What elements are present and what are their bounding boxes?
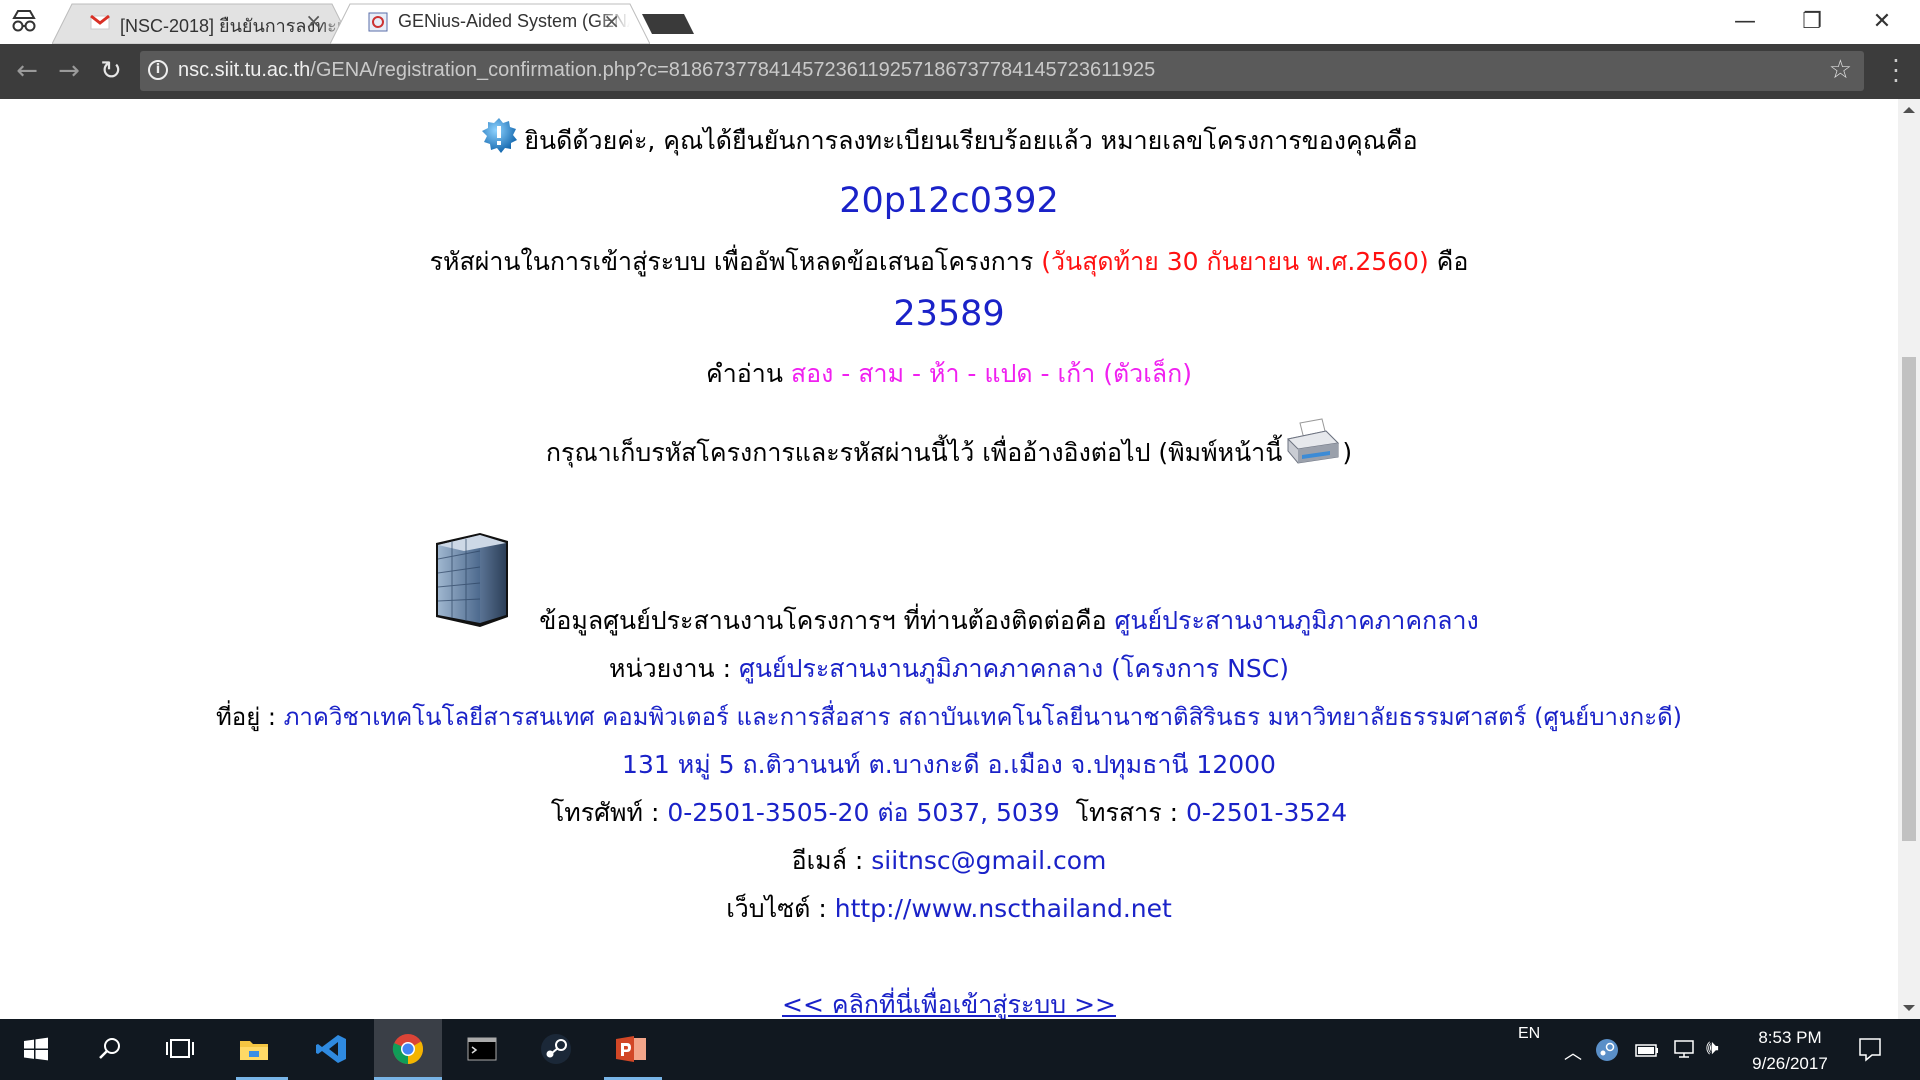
info-badge-icon [482,118,518,153]
deadline-text: (วันสุดท้าย 30 กันยายน พ.ศ.2560) [1041,247,1429,276]
address-label: ที่อยู่ : [215,703,276,731]
fax-label: โทรสาร : [1075,798,1178,827]
keep-note-close: ) [1342,438,1353,467]
site-info-icon[interactable]: i [148,60,168,80]
volume-icon[interactable]: 🕪 [1706,1035,1719,1059]
show-hidden-icons-icon[interactable]: ︿ [1564,1039,1582,1065]
phone-value: 0-2501-3505-20 ต่อ 5037, 5039 [667,798,1060,827]
url-path: /GENA/registration_confirmation.php?c=81… [310,59,1156,81]
login-link[interactable]: << คลิกที่นี่เพื่อเข้าสู่ระบบ >> [782,990,1116,1019]
center-row: ข้อมูลศูนย์ประสานงานโครงการฯ ที่ท่านต้อง… [0,601,1898,641]
command-prompt-icon[interactable] [460,1029,504,1069]
scroll-up-arrow-icon[interactable] [1903,107,1915,113]
new-tab-button[interactable] [640,12,696,36]
reload-icon[interactable]: ↻ [96,57,126,87]
reading-label: คำอ่าน [706,359,783,388]
system-clock[interactable]: 8:53 PM 9/26/2017 [1740,1025,1840,1077]
website-row: เว็บไซต์ : http://www.nscthailand.net [0,889,1898,929]
keep-note-row: กรุณาเก็บรหัสโครงการและรหัสผ่านนี้ไว้ เพ… [0,417,1898,473]
windows-start-icon[interactable] [14,1029,58,1069]
steam-tray-icon[interactable] [1594,1037,1620,1063]
unit-label: หน่วยงาน : [609,654,731,683]
close-window-button[interactable]: ✕ [1862,8,1902,36]
address-line1: ภาควิชาเทคโนโลยีสารสนเทศ คอมพิวเตอร์ และ… [283,703,1683,731]
browser-toolbar: ← → ↻ i nsc.siit.tu.ac.th/GENA/registrat… [0,44,1920,99]
password-intro-text: รหัสผ่านในการเข้าสู่ระบบ เพื่ออัพโหลดข้อ… [429,247,1034,276]
center-value: ศูนย์ประสานงานภูมิภาคภาคกลาง [1114,606,1479,635]
tab-close-icon[interactable]: × [603,10,620,32]
page-content: ยินดีด้วยค่ะ, คุณได้ยืนยันการลงทะเบียนเร… [0,99,1898,1019]
congrats-text: ยินดีด้วยค่ะ, คุณได้ยืนยันการลงทะเบียนเร… [524,126,1418,155]
scroll-down-arrow-icon[interactable] [1903,1005,1915,1011]
printer-icon[interactable] [1284,417,1340,467]
action-center-icon[interactable] [1856,1035,1884,1063]
chrome-icon[interactable] [386,1029,430,1069]
tab-gena[interactable]: GENius-Aided System (GENA) × [330,0,650,44]
language-indicator[interactable]: EN [1518,1025,1540,1043]
clock-time: 8:53 PM [1758,1028,1822,1047]
task-view-icon[interactable] [158,1029,202,1069]
email-link[interactable]: siitnsc@gmail.com [871,846,1106,875]
password-intro-row: รหัสผ่านในการเข้าสู่ระบบ เพื่ออัพโหลดข้อ… [0,242,1898,282]
tab-gmail[interactable]: [NSC-2018] ยืนยันการลงทะเบียน × [52,0,352,44]
address-line2: 131 หมู่ 5 ถ.ติวานนท์ ต.บางกะดี อ.เมือง … [622,750,1276,779]
website-link[interactable]: http://www.nscthailand.net [835,894,1172,923]
password-value: 23589 [893,294,1005,334]
file-explorer-icon[interactable] [232,1029,276,1069]
reading-value: สอง - สาม - ห้า - แปด - เก้า (ตัวเล็ก) [790,359,1192,388]
page-scrollbar[interactable] [1898,99,1920,1019]
website-label: เว็บไซต์ : [726,894,827,923]
keep-note-text: กรุณาเก็บรหัสโครงการและรหัสผ่านนี้ไว้ เพ… [545,438,1283,467]
phone-label: โทรศัพท์ : [550,798,660,827]
bookmark-star-icon[interactable]: ☆ [1829,55,1852,85]
url-text[interactable]: nsc.siit.tu.ac.th/GENA/registration_conf… [178,59,1155,82]
search-icon[interactable] [88,1029,132,1069]
tab-title: GENius-Aided System (GENA) [398,11,630,31]
minimize-button[interactable]: — [1725,8,1765,36]
powerpoint-icon[interactable] [610,1029,654,1069]
tab-close-icon[interactable]: × [305,10,322,32]
windows-taskbar: EN ︿ 🕪 8:53 PM 9/26/2017 [0,1019,1920,1080]
email-label: อีเมล์ : [791,846,864,875]
incognito-icon [12,10,36,32]
center-label: ข้อมูลศูนย์ประสานงานโครงการฯ ที่ท่านต้อง… [539,606,1107,635]
email-row: อีเมล์ : siitnsc@gmail.com [0,841,1898,881]
gena-favicon-icon [368,12,388,32]
is-word: คือ [1436,247,1469,276]
login-row: << คลิกที่นี่เพื่อเข้าสู่ระบบ >> [0,985,1898,1019]
steam-icon[interactable] [534,1029,578,1069]
back-arrow-icon[interactable]: ← [12,57,42,87]
reading-row: คำอ่าน สอง - สาม - ห้า - แปด - เก้า (ตัว… [0,354,1898,394]
visual-studio-code-icon[interactable] [310,1029,354,1069]
address-row: ที่อยู่ : ภาควิชาเทคโนโลยีสารสนเทศ คอมพิ… [0,697,1898,736]
congrats-row: ยินดีด้วยค่ะ, คุณได้ยืนยันการลงทะเบียนเร… [0,117,1898,161]
restore-button[interactable]: ❐ [1792,8,1832,36]
phone-row: โทรศัพท์ : 0-2501-3505-20 ต่อ 5037, 5039… [0,793,1898,833]
browser-tab-strip: [NSC-2018] ยืนยันการลงทะเบียน × GENius-A… [0,0,1920,44]
gmail-icon [90,14,110,30]
unit-row: หน่วยงาน : ศูนย์ประสานงานภูมิภาคภาคกลาง … [0,649,1898,689]
address-bar[interactable]: i nsc.siit.tu.ac.th/GENA/registration_co… [140,51,1864,91]
scrollbar-thumb[interactable] [1902,357,1916,841]
project-id: 20p12c0392 [839,181,1059,221]
unit-value: ศูนย์ประสานงานภูมิภาคภาคกลาง (โครงการ NS… [738,654,1289,683]
fax-value: 0-2501-3524 [1185,798,1348,827]
clock-date: 9/26/2017 [1752,1054,1828,1073]
forward-arrow-icon[interactable]: → [54,57,84,87]
network-icon[interactable] [1670,1037,1696,1061]
browser-menu-icon[interactable]: · · · [1890,49,1902,93]
battery-icon[interactable] [1634,1039,1660,1061]
url-host: nsc.siit.tu.ac.th [178,59,311,81]
